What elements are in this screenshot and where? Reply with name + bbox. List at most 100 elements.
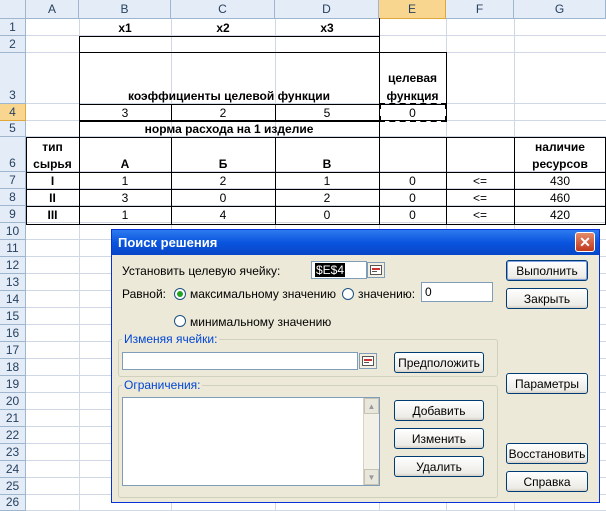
- cell-d6[interactable]: В: [275, 155, 379, 172]
- row-header-21[interactable]: 21: [0, 410, 26, 427]
- target-cell-input[interactable]: $E$4: [311, 261, 367, 279]
- table-cell[interactable]: 0: [171, 189, 275, 206]
- options-button[interactable]: Параметры: [506, 373, 588, 394]
- row-header-4[interactable]: 4: [0, 104, 26, 121]
- cell-a6-line1[interactable]: тип: [26, 137, 79, 155]
- value-radio[interactable]: [342, 288, 354, 300]
- cell-b4[interactable]: 3: [79, 104, 171, 121]
- table-cell[interactable]: 0: [379, 189, 446, 206]
- table-cell[interactable]: 460: [514, 189, 606, 206]
- row-header-3[interactable]: 3: [0, 53, 26, 104]
- value-input[interactable]: 0: [421, 282, 493, 302]
- row-header-5[interactable]: 5: [0, 121, 26, 137]
- col-header-a[interactable]: A: [26, 0, 79, 19]
- row-header-26[interactable]: 26: [0, 495, 26, 511]
- table-cell[interactable]: <=: [446, 189, 514, 206]
- row-header-23[interactable]: 23: [0, 444, 26, 461]
- row-header-1[interactable]: 1: [0, 19, 26, 36]
- table-cell[interactable]: 0: [379, 172, 446, 189]
- row-header-17[interactable]: 17: [0, 342, 26, 359]
- row-header-24[interactable]: 24: [0, 461, 26, 478]
- table-cell[interactable]: 4: [171, 206, 275, 223]
- table-cell[interactable]: I: [26, 172, 79, 189]
- scroll-up-icon[interactable]: ▲: [364, 398, 379, 414]
- select-all-corner[interactable]: [0, 0, 26, 19]
- cell-c4[interactable]: 2: [171, 104, 275, 121]
- help-button[interactable]: Справка: [506, 471, 588, 492]
- change-button[interactable]: Изменить: [394, 428, 484, 449]
- col-header-g[interactable]: G: [514, 0, 606, 19]
- cell-b3[interactable]: коэффициенты целевой функции: [79, 86, 379, 104]
- col-header-b[interactable]: B: [79, 0, 171, 19]
- collapse-dialog-icon[interactable]: [359, 353, 377, 369]
- row-header-8[interactable]: 8: [0, 189, 26, 206]
- table-cell[interactable]: 1: [275, 172, 379, 189]
- row-header-2[interactable]: 2: [0, 36, 26, 53]
- cell-e3-line1[interactable]: целевая: [379, 68, 446, 86]
- row-header-14[interactable]: 14: [0, 291, 26, 308]
- constraints-list[interactable]: ▲ ▼: [122, 397, 380, 486]
- min-radio[interactable]: [174, 315, 186, 327]
- col-header-c[interactable]: C: [171, 0, 275, 19]
- cell-e4[interactable]: 0: [379, 104, 446, 121]
- guess-button[interactable]: Предположить: [394, 352, 484, 373]
- cell-a6-line2[interactable]: сырья: [26, 155, 79, 172]
- row-header-7[interactable]: 7: [0, 172, 26, 189]
- cell-b5[interactable]: норма расхода на 1 изделие: [79, 121, 379, 137]
- changing-cells-input[interactable]: [122, 352, 358, 370]
- delete-button[interactable]: Удалить: [394, 456, 484, 477]
- value-label[interactable]: значению:: [358, 287, 415, 301]
- add-button[interactable]: Добавить: [394, 400, 484, 421]
- spreadsheet[interactable]: A B C D E F G 1 2 3 4 5 6 7 8 9 10 11 12 13 14 15 16 17 1…: [0, 0, 606, 511]
- cell-d1[interactable]: x3: [275, 19, 379, 36]
- table-cell[interactable]: 2: [275, 189, 379, 206]
- col-header-f[interactable]: F: [446, 0, 514, 19]
- collapse-dialog-icon[interactable]: [367, 262, 385, 278]
- row-header-22[interactable]: 22: [0, 427, 26, 444]
- reset-all-button[interactable]: Восстановить: [506, 443, 588, 464]
- cell-b1[interactable]: x1: [79, 19, 171, 36]
- row-header-18[interactable]: 18: [0, 359, 26, 376]
- table-cell[interactable]: II: [26, 189, 79, 206]
- row-header-10[interactable]: 10: [0, 223, 26, 240]
- cell-g6-line1[interactable]: наличие: [514, 137, 606, 155]
- dialog-title: Поиск решения: [112, 230, 599, 255]
- table-cell[interactable]: 420: [514, 206, 606, 223]
- row-header-15[interactable]: 15: [0, 308, 26, 325]
- table-cell[interactable]: <=: [446, 172, 514, 189]
- row-header-9[interactable]: 9: [0, 206, 26, 223]
- table-cell[interactable]: 0: [275, 206, 379, 223]
- table-cell[interactable]: 430: [514, 172, 606, 189]
- max-radio[interactable]: [174, 288, 186, 300]
- scroll-down-icon[interactable]: ▼: [364, 469, 379, 485]
- close-icon[interactable]: ✕: [575, 232, 595, 252]
- close-button[interactable]: Закрыть: [506, 288, 588, 309]
- solve-button[interactable]: Выполнить: [506, 260, 588, 281]
- col-header-d[interactable]: D: [275, 0, 379, 19]
- max-label[interactable]: максимальному значению: [190, 287, 336, 301]
- row-header-20[interactable]: 20: [0, 393, 26, 410]
- cell-d4[interactable]: 5: [275, 104, 379, 121]
- table-cell[interactable]: 1: [79, 206, 171, 223]
- constraints-scrollbar[interactable]: ▲ ▼: [363, 398, 379, 485]
- cell-c1[interactable]: x2: [171, 19, 275, 36]
- table-cell[interactable]: III: [26, 206, 79, 223]
- table-cell[interactable]: <=: [446, 206, 514, 223]
- cell-e3-line2[interactable]: функция: [379, 86, 446, 104]
- min-label[interactable]: минимальному значению: [190, 315, 331, 329]
- row-header-13[interactable]: 13: [0, 274, 26, 291]
- table-cell[interactable]: 1: [79, 172, 171, 189]
- row-header-11[interactable]: 11: [0, 240, 26, 257]
- cell-b6[interactable]: А: [79, 155, 171, 172]
- row-header-6[interactable]: 6: [0, 137, 26, 172]
- cell-c6[interactable]: Б: [171, 155, 275, 172]
- row-header-16[interactable]: 16: [0, 325, 26, 342]
- table-cell[interactable]: 2: [171, 172, 275, 189]
- table-cell[interactable]: 0: [379, 206, 446, 223]
- table-cell[interactable]: 3: [79, 189, 171, 206]
- cell-g6-line2[interactable]: ресурсов: [514, 155, 606, 172]
- row-header-12[interactable]: 12: [0, 257, 26, 274]
- col-header-e[interactable]: E: [379, 0, 446, 19]
- row-header-19[interactable]: 19: [0, 376, 26, 393]
- row-header-25[interactable]: 25: [0, 478, 26, 495]
